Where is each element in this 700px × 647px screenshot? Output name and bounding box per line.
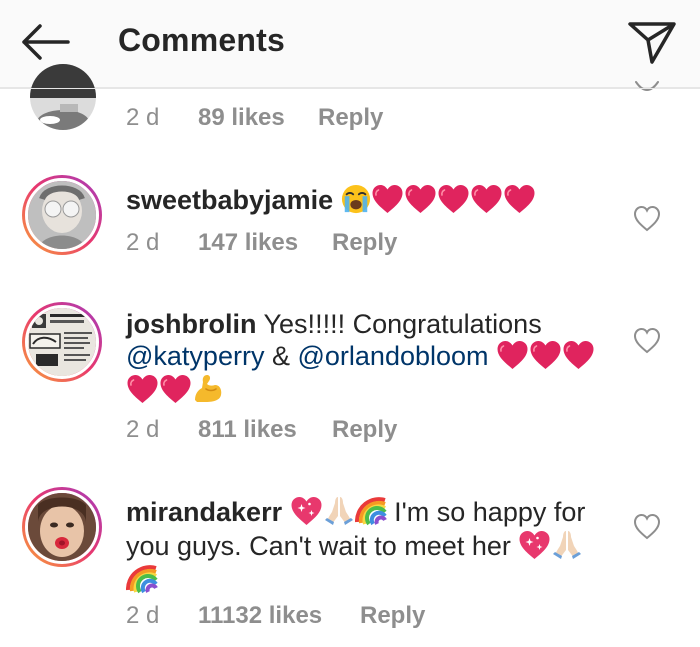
comment-time: 2 d <box>126 602 160 629</box>
emoji-group <box>290 497 387 527</box>
red-heart-emoji <box>529 340 562 370</box>
share-button[interactable] <box>624 14 680 70</box>
avatar[interactable] <box>22 302 102 382</box>
red-heart-emoji <box>496 340 529 370</box>
red-heart-emoji <box>470 184 503 214</box>
like-count[interactable]: 147 likes <box>198 229 332 257</box>
like-count[interactable]: 89 likes <box>198 104 318 132</box>
flexed-biceps-emoji <box>192 372 224 404</box>
heart-icon[interactable] <box>632 80 662 102</box>
reply-button[interactable]: Reply <box>332 229 397 257</box>
back-button[interactable] <box>18 20 74 64</box>
folded-hands-emoji <box>323 494 355 526</box>
red-heart-emoji <box>404 184 437 214</box>
comment-meta: 2 d 147 likes Reply <box>126 229 397 257</box>
comment-username[interactable]: mirandakerr <box>126 497 282 527</box>
red-heart-emoji <box>562 340 595 370</box>
send-icon <box>628 22 676 64</box>
heart-icon[interactable] <box>632 512 662 542</box>
reply-button[interactable]: Reply <box>360 602 425 630</box>
mention-link[interactable]: @orlandobloom <box>298 341 489 371</box>
folded-hands-emoji <box>551 528 583 560</box>
comment-meta: 2 d 11132 likes Reply <box>126 602 425 630</box>
page-title: Comments <box>118 22 285 58</box>
top-bar: Comments <box>0 0 700 88</box>
emoji-group <box>126 565 158 595</box>
avatar-photo <box>25 305 99 379</box>
avatar-photo <box>25 490 99 564</box>
comment-body: I'm so happy for <box>394 497 586 527</box>
heart-icon[interactable] <box>632 326 662 356</box>
avatar[interactable] <box>22 175 102 255</box>
avatar-photo <box>30 64 96 130</box>
sparkling-heart-emoji <box>290 496 323 526</box>
comment-meta: 2 d 89 likes Reply <box>126 104 383 132</box>
comment-username[interactable]: joshbrolin <box>126 309 257 339</box>
emoji-group <box>126 375 224 405</box>
red-heart-emoji <box>437 184 470 214</box>
emoji-group <box>518 531 583 561</box>
avatar-photo <box>25 178 99 252</box>
header-divider <box>0 88 700 89</box>
reply-button[interactable]: Reply <box>318 104 383 132</box>
mention-link[interactable]: @katyperry <box>126 341 264 371</box>
comment-body: & <box>271 341 290 371</box>
comment-body: you guys. Can't wait to meet her <box>126 531 511 561</box>
comment-time: 2 d <box>126 104 160 131</box>
back-arrow-icon <box>22 24 70 60</box>
emoji-group <box>496 341 595 371</box>
comment-username[interactable]: sweetbabyjamie <box>126 185 333 215</box>
heart-icon[interactable] <box>632 204 662 234</box>
sparkling-heart-emoji <box>518 530 551 560</box>
like-count[interactable]: 811 likes <box>198 416 332 444</box>
rainbow-emoji <box>355 494 387 526</box>
emoji-group <box>341 185 536 215</box>
comment-text: sweetbabyjamie <box>126 184 606 216</box>
comment-time: 2 d <box>126 229 160 256</box>
red-heart-emoji <box>159 374 192 404</box>
crying-face-emoji <box>341 184 371 214</box>
avatar[interactable] <box>22 487 102 567</box>
comment-text: joshbrolin Yes!!!!! Congratulations @kat… <box>126 308 606 406</box>
avatar[interactable] <box>30 64 96 130</box>
comment-text: mirandakerr I'm so happy for you guys. C… <box>126 494 606 596</box>
red-heart-emoji <box>371 184 404 214</box>
comment-meta: 2 d 811 likes Reply <box>126 416 397 444</box>
red-heart-emoji <box>503 184 536 214</box>
red-heart-emoji <box>126 374 159 404</box>
comment-body: Yes!!!!! Congratulations <box>263 309 542 339</box>
comment-time: 2 d <box>126 416 160 443</box>
reply-button[interactable]: Reply <box>332 416 397 444</box>
rainbow-emoji <box>126 562 158 594</box>
like-count[interactable]: 11132 likes <box>198 602 360 630</box>
